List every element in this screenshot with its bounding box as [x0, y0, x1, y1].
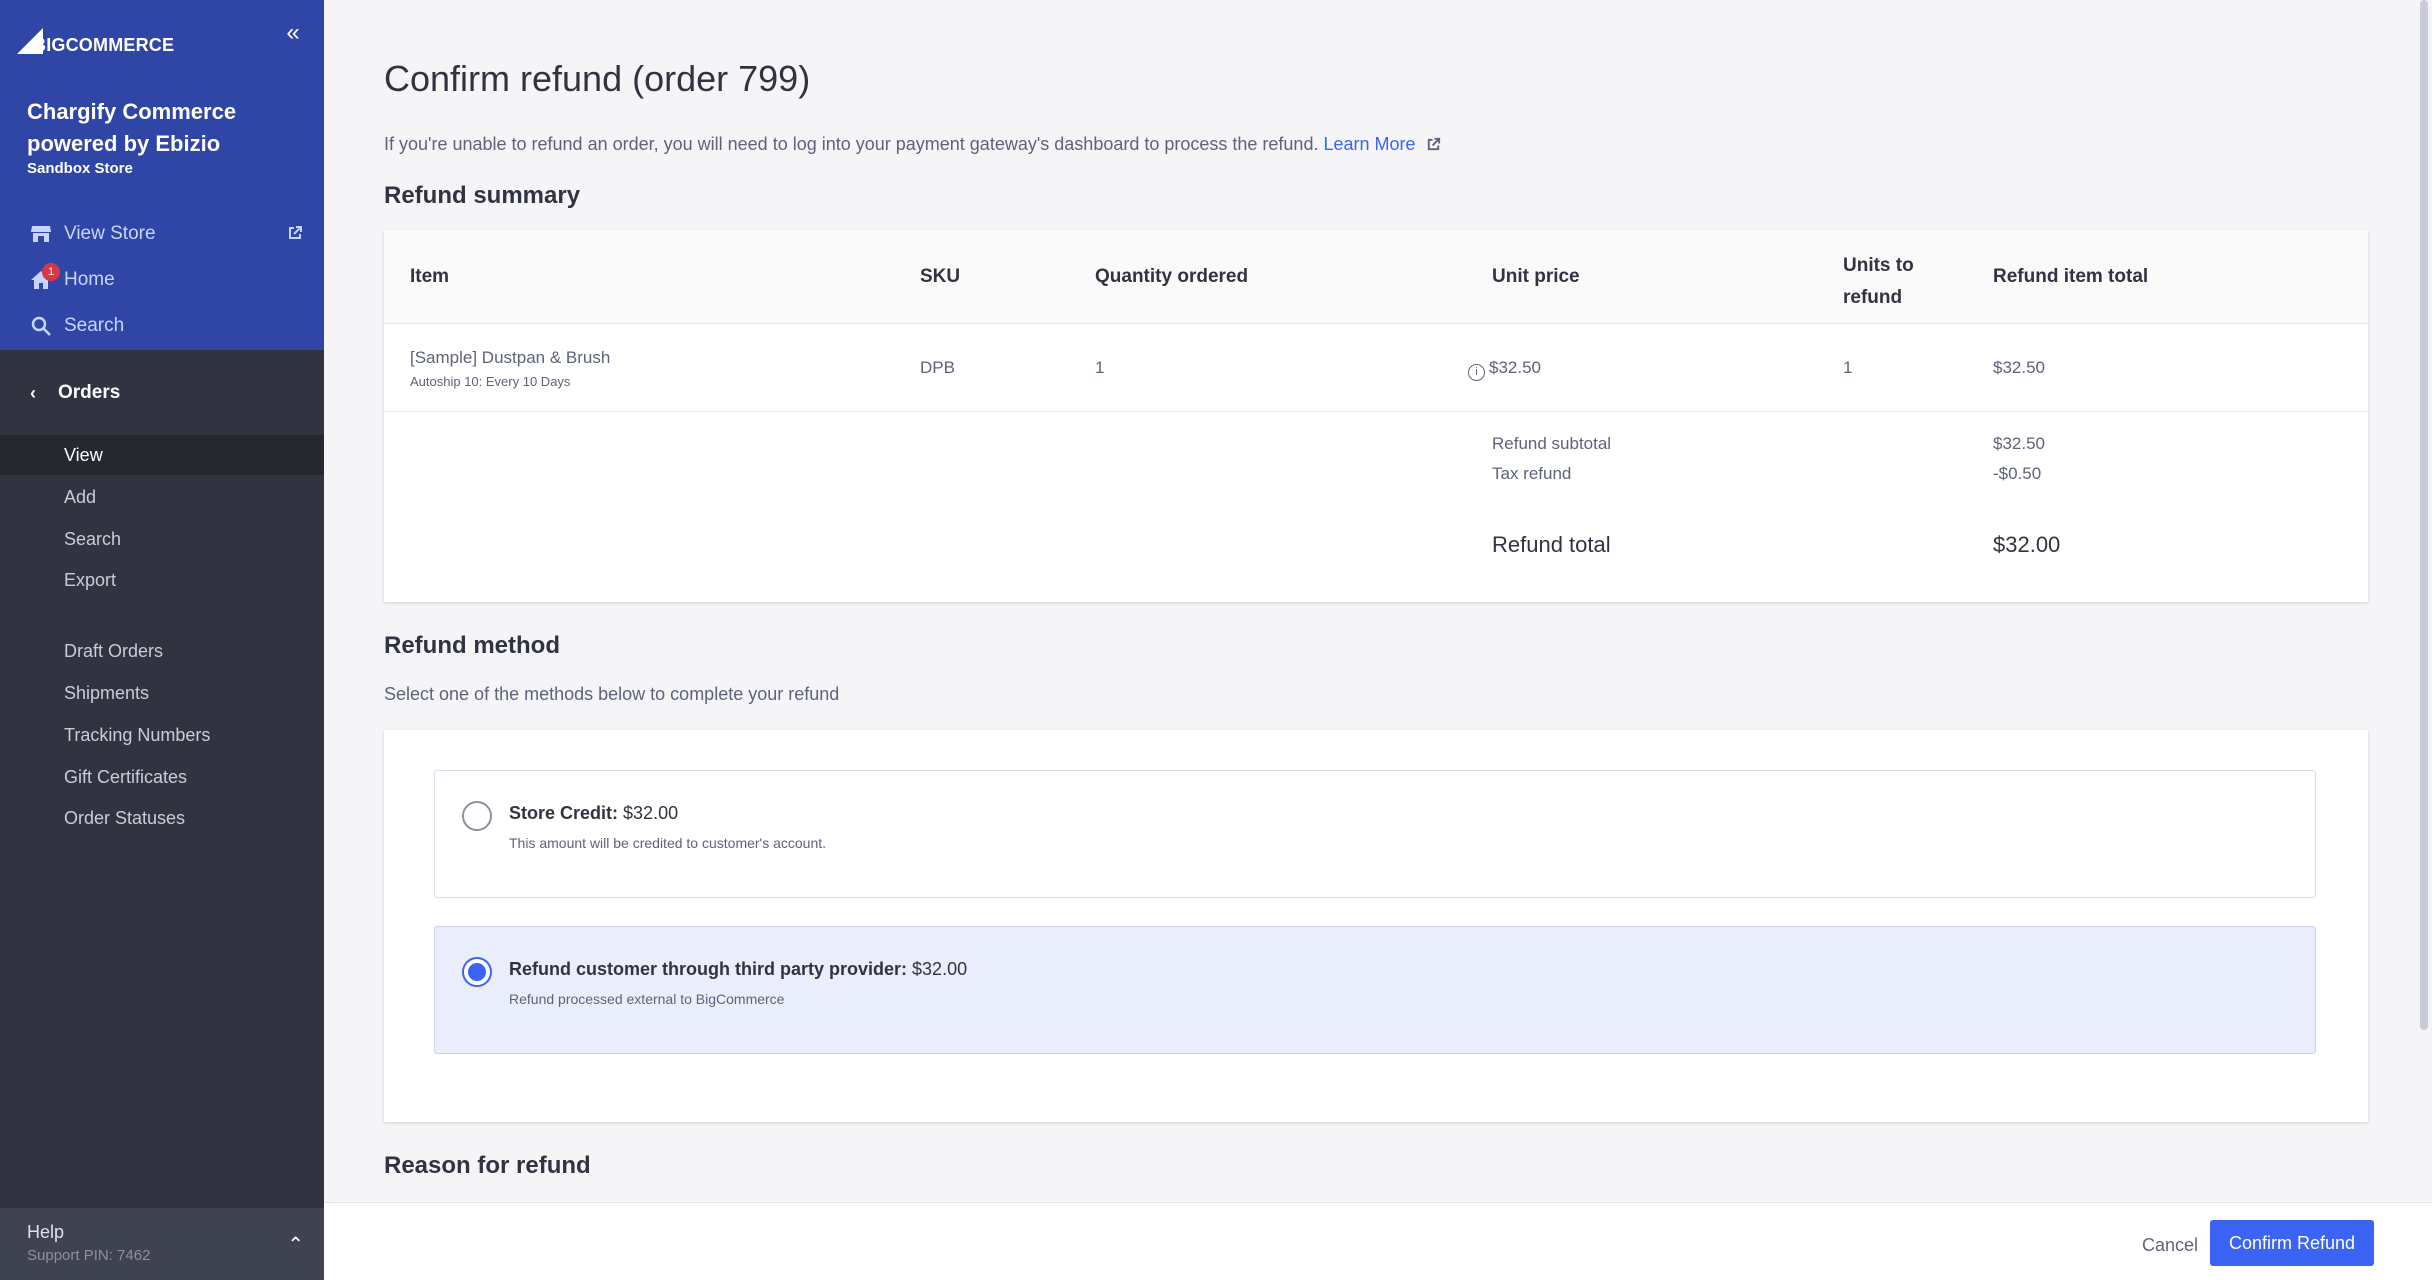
item-qty: 1	[1095, 358, 1105, 377]
help-label: Help	[27, 1222, 65, 1242]
col-refund-item-total: Refund item total	[1993, 266, 2149, 287]
search-label: Search	[64, 315, 125, 336]
learn-more-label: Learn More	[1323, 134, 1416, 154]
third-party-amount: $32.00	[912, 959, 968, 979]
sidebar-item-export[interactable]: Export	[0, 560, 324, 600]
item-variant: Autoship 10: Every 10 Days	[410, 374, 571, 389]
home-link[interactable]: 1 Home	[0, 260, 324, 300]
chevron-up-icon[interactable]: ⌃	[287, 1232, 304, 1257]
store-credit-desc: This amount will be credited to customer…	[509, 835, 827, 851]
item-sku: DPB	[920, 358, 955, 377]
sidebar-item-gift-certificates[interactable]: Gift Certificates	[0, 757, 324, 797]
info-icon[interactable]: i	[1468, 364, 1485, 381]
row-divider	[384, 411, 2368, 412]
orders-label: Orders	[58, 382, 121, 403]
third-party-radio[interactable]	[462, 957, 492, 987]
external-link-icon	[286, 224, 304, 242]
reason-heading: Reason for refund	[384, 1152, 591, 1179]
refund-method-heading: Refund method	[384, 632, 560, 659]
refund-total-label: Refund total	[1492, 532, 1611, 557]
logo-text: BIGCOMMERCE	[33, 35, 175, 55]
tax-refund-value: -$0.50	[1993, 464, 2042, 483]
sidebar-item-search[interactable]: Search	[0, 519, 324, 559]
sidebar-item-draft-orders[interactable]: Draft Orders	[0, 631, 324, 671]
store-credit-title: Store Credit: $32.00	[509, 803, 678, 824]
refund-method-card: Store Credit: $32.00 This amount will be…	[384, 730, 2368, 1122]
collapse-sidebar-icon[interactable]: «	[282, 21, 304, 45]
store-credit-amount: $32.00	[623, 803, 679, 823]
table-header: Item SKU Quantity ordered Unit price Uni…	[384, 230, 2368, 324]
subtotal-value: $32.50	[1993, 434, 2045, 453]
orders-section-back[interactable]: ‹ Orders	[0, 370, 324, 416]
refund-total-value: $32.00	[1993, 532, 2061, 557]
bigcommerce-logo[interactable]: BIGCOMMERCE	[17, 20, 175, 55]
search-link[interactable]: Search	[0, 306, 324, 346]
col-quantity: Quantity ordered	[1095, 266, 1249, 287]
sidebar-item-shipments[interactable]: Shipments	[0, 673, 324, 713]
learn-more-link[interactable]: Learn More	[1323, 134, 1441, 154]
chevron-left-icon: ‹	[30, 382, 36, 403]
action-footer: Cancel Confirm Refund	[324, 1202, 2432, 1280]
unit-price-value: $32.50	[1489, 358, 1541, 377]
home-label: Home	[64, 269, 115, 290]
main-content: Confirm refund (order 799) If you're una…	[324, 0, 2432, 1280]
confirm-refund-button[interactable]: Confirm Refund	[2210, 1220, 2374, 1266]
third-party-label: Refund customer through third party prov…	[509, 959, 908, 979]
item-unit-price: i $32.50	[1468, 358, 1541, 381]
subtotal-label: Refund subtotal	[1492, 434, 1612, 453]
store-credit-label: Store Credit:	[509, 803, 619, 823]
sidebar-item-tracking-numbers[interactable]: Tracking Numbers	[0, 715, 324, 755]
refund-summary-table: Item SKU Quantity ordered Unit price Uni…	[384, 230, 2368, 602]
intro-text: If you're unable to refund an order, you…	[384, 134, 1442, 155]
intro-message: If you're unable to refund an order, you…	[384, 134, 1319, 154]
view-store-link[interactable]: View Store	[0, 214, 324, 254]
method-store-credit[interactable]: Store Credit: $32.00 This amount will be…	[434, 770, 2316, 898]
support-pin: Support PIN: 7462	[27, 1247, 151, 1264]
cancel-button[interactable]: Cancel	[2132, 1223, 2208, 1267]
third-party-title: Refund customer through third party prov…	[509, 959, 967, 980]
store-credit-radio[interactable]	[462, 801, 492, 831]
sidebar-item-add[interactable]: Add	[0, 477, 324, 517]
notification-badge: 1	[42, 263, 60, 281]
col-sku: SKU	[920, 266, 961, 287]
item-units: 1	[1843, 358, 1853, 377]
sidebar-item-view[interactable]: View	[0, 435, 324, 475]
third-party-desc: Refund processed external to BigCommerce	[509, 991, 785, 1007]
item-total: $32.50	[1993, 358, 2045, 377]
col-item: Item	[410, 266, 450, 287]
col-units-to-refund: Units to refund	[1843, 255, 1914, 308]
scrollbar[interactable]	[2416, 0, 2432, 1200]
item-name: [Sample] Dustpan & Brush	[410, 348, 611, 367]
scrollbar-thumb[interactable]	[2420, 0, 2428, 1030]
tax-refund-label: Tax refund	[1492, 464, 1572, 483]
home-icon: 1	[30, 263, 60, 291]
help-panel[interactable]: Help Support PIN: 7462 ⌃	[0, 1208, 324, 1280]
external-link-icon	[1427, 137, 1440, 151]
refund-summary-heading: Refund summary	[384, 182, 581, 209]
search-icon	[30, 315, 52, 337]
refund-method-desc: Select one of the methods below to compl…	[384, 684, 840, 704]
page-title: Confirm refund (order 799)	[384, 58, 811, 99]
store-name: Chargify Commerce powered by Ebizio	[27, 99, 237, 156]
sidebar: BIGCOMMERCE « Chargify Commerce powered …	[0, 0, 324, 1280]
sidebar-item-order-statuses[interactable]: Order Statuses	[0, 798, 324, 838]
method-third-party[interactable]: Refund customer through third party prov…	[434, 926, 2316, 1054]
storefront-icon	[30, 223, 52, 245]
store-subtitle: Sandbox Store	[27, 160, 133, 177]
view-store-label: View Store	[64, 223, 156, 244]
col-unit-price: Unit price	[1492, 266, 1580, 287]
